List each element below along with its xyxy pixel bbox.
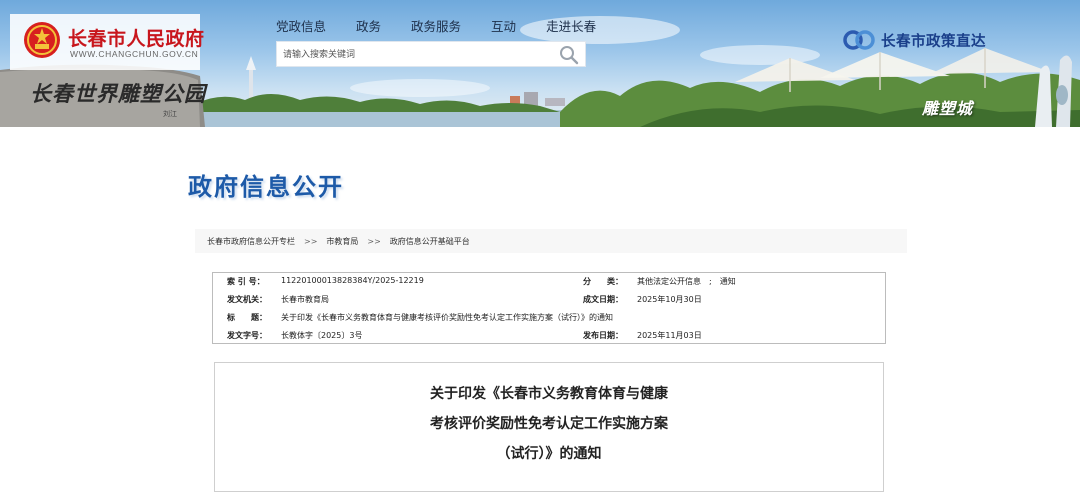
breadcrumb-separator: >>	[367, 236, 381, 246]
breadcrumb: 长春市政府信息公开专栏 >> 市教育局 >> 政府信息公开基础平台	[195, 229, 907, 253]
doc-number-label: 发文字号：	[227, 331, 267, 340]
doc-number-value: 长教体字〔2025〕3号	[281, 331, 363, 340]
stone-signature: 刘江	[163, 110, 177, 118]
date-written-label: 成文日期：	[583, 295, 623, 304]
page-title: 政府信息公开	[188, 173, 344, 201]
breadcrumb-item-info-column[interactable]: 长春市政府信息公开专栏	[207, 236, 295, 247]
category-label: 分 类：	[583, 277, 623, 286]
breadcrumb-item-platform[interactable]: 政府信息公开基础平台	[390, 236, 470, 247]
meta-row: 发文机关： 长春市教育局 成文日期： 2025年10月30日	[213, 294, 885, 312]
meta-row: 标 题： 关于印发《长春市义务教育体育与健康考核评价奖励性免考认定工作实施方案（…	[213, 312, 885, 330]
main-nav: 党政信息 政务 政务服务 互动 走进长春	[276, 16, 626, 35]
index-value: 11220100013828384Y/2025-12219	[281, 276, 424, 285]
document-body: 关于印发《长春市义务教育体育与健康 考核评价奖励性免考认定工作实施方案 （试行）…	[214, 362, 884, 492]
document-title-line: 考核评价奖励性免考认定工作实施方案	[430, 416, 668, 432]
policy-direct-label: 长春市政策直达	[881, 33, 986, 50]
breadcrumb-item-education-bureau[interactable]: 市教育局	[326, 236, 358, 247]
site-url: WWW.CHANGCHUN.GOV.CN	[70, 49, 199, 59]
meta-row: 发文字号： 长教体字〔2025〕3号 发布日期： 2025年11月03日	[213, 330, 885, 348]
stone-engraving: 长春世界雕塑公园	[30, 81, 206, 106]
nav-item-government-affairs[interactable]: 政务	[356, 16, 381, 35]
issuer-value: 长春市教育局	[281, 295, 329, 304]
header-banner: 长春市人民政府 WWW.CHANGCHUN.GOV.CN 长春世界雕塑公园 刘江…	[0, 0, 1080, 127]
site-name: 长春市人民政府	[68, 28, 205, 50]
title-label: 标 题：	[227, 313, 267, 322]
search-icon[interactable]	[559, 45, 579, 65]
document-title-line: （试行）》的通知	[496, 446, 602, 462]
publish-date-label: 发布日期：	[583, 331, 623, 340]
nav-item-gov-services[interactable]: 政务服务	[411, 16, 461, 35]
nav-item-party-news[interactable]: 党政信息	[276, 16, 326, 35]
date-written-value: 2025年10月30日	[637, 295, 702, 304]
national-emblem-icon	[24, 22, 60, 58]
document-title-line: 关于印发《长春市义务教育体育与健康	[430, 386, 668, 402]
nav-item-about-changchun[interactable]: 走进长春	[546, 16, 596, 35]
issuer-label: 发文机关：	[227, 295, 267, 304]
category-value: 其他法定公开信息 ; 通知	[637, 277, 736, 286]
document-title: 关于印发《长春市义务教育体育与健康 考核评价奖励性免考认定工作实施方案 （试行）…	[215, 379, 883, 469]
publish-date-value: 2025年11月03日	[637, 331, 702, 340]
site-logo[interactable]: 长春市人民政府 WWW.CHANGCHUN.GOV.CN	[10, 14, 204, 70]
search-input[interactable]	[277, 42, 555, 68]
policy-direct-link[interactable]: 长春市政策直达	[842, 29, 986, 51]
meta-row: 索 引 号： 11220100013828384Y/2025-12219 分 类…	[213, 276, 885, 294]
title-value: 关于印发《长春市义务教育体育与健康考核评价奖励性免考认定工作实施方案（试行）》的…	[281, 313, 613, 322]
district-calligraphy: 雕塑城	[922, 99, 974, 118]
document-meta-table: 索 引 号： 11220100013828384Y/2025-12219 分 类…	[212, 272, 886, 344]
policy-logo-icon	[843, 30, 875, 50]
nav-item-interaction[interactable]: 互动	[491, 16, 516, 35]
index-label: 索 引 号：	[227, 277, 265, 286]
search-box	[276, 41, 586, 68]
breadcrumb-separator: >>	[304, 236, 318, 246]
